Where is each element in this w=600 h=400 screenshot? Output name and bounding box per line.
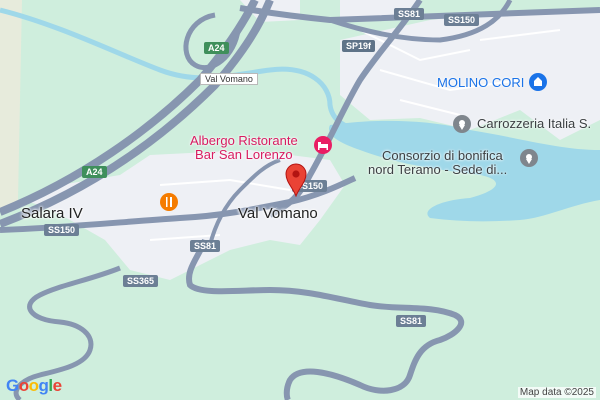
- area-label-val-vomano[interactable]: Val Vomano: [200, 73, 258, 85]
- restaurant-glyph: [166, 197, 172, 207]
- place-glyph: [459, 120, 465, 130]
- poi-label-consorzio-line2[interactable]: nord Teramo - Sede di...: [368, 162, 507, 177]
- google-logo: Google: [6, 376, 62, 395]
- route-shield-a24-upper: A24: [204, 42, 229, 54]
- place-icon[interactable]: [520, 149, 538, 167]
- place-glyph: [526, 154, 532, 164]
- map-attribution[interactable]: Map data ©2025: [517, 387, 596, 398]
- poi-label-albergo-line1: Albergo Ristorante: [190, 133, 298, 148]
- poi-label-albergo-line2: Bar San Lorenzo: [195, 147, 293, 162]
- map-base-layer: [0, 0, 600, 400]
- hotel-icon[interactable]: [314, 136, 332, 154]
- place-icon[interactable]: [453, 115, 471, 133]
- poi-label-molino-cori[interactable]: MOLINO CORI: [437, 75, 524, 90]
- hotel-glyph: [318, 142, 328, 150]
- map-canvas[interactable]: SS81 SS150 SP19f A24 A24 SS150 SS150 SS8…: [0, 0, 600, 400]
- location-pin-icon[interactable]: [285, 163, 307, 197]
- route-shield-ss81-right: SS81: [396, 315, 427, 327]
- route-shield-ss150: SS150: [444, 14, 480, 26]
- route-shield-ss150-left: SS150: [44, 224, 80, 236]
- route-shield-ss365: SS365: [123, 275, 159, 287]
- shop-glyph: [534, 77, 542, 86]
- poi-label-albergo[interactable]: Albergo Ristorante Bar San Lorenzo: [190, 134, 298, 162]
- route-shield-ss81: SS81: [394, 8, 425, 20]
- shop-icon[interactable]: [529, 73, 547, 91]
- route-shield-ss81-mid: SS81: [190, 240, 221, 252]
- restaurant-icon[interactable]: [160, 193, 178, 211]
- poi-label-carrozzeria[interactable]: Carrozzeria Italia S.: [477, 116, 591, 131]
- town-label-salara-iv[interactable]: Salara IV: [21, 205, 83, 222]
- town-label-val-vomano[interactable]: Val Vomano: [238, 205, 318, 222]
- route-shield-a24-lower: A24: [82, 166, 107, 178]
- poi-label-consorzio-line1[interactable]: Consorzio di bonifica: [382, 148, 503, 163]
- route-shield-sp19f: SP19f: [342, 40, 376, 52]
